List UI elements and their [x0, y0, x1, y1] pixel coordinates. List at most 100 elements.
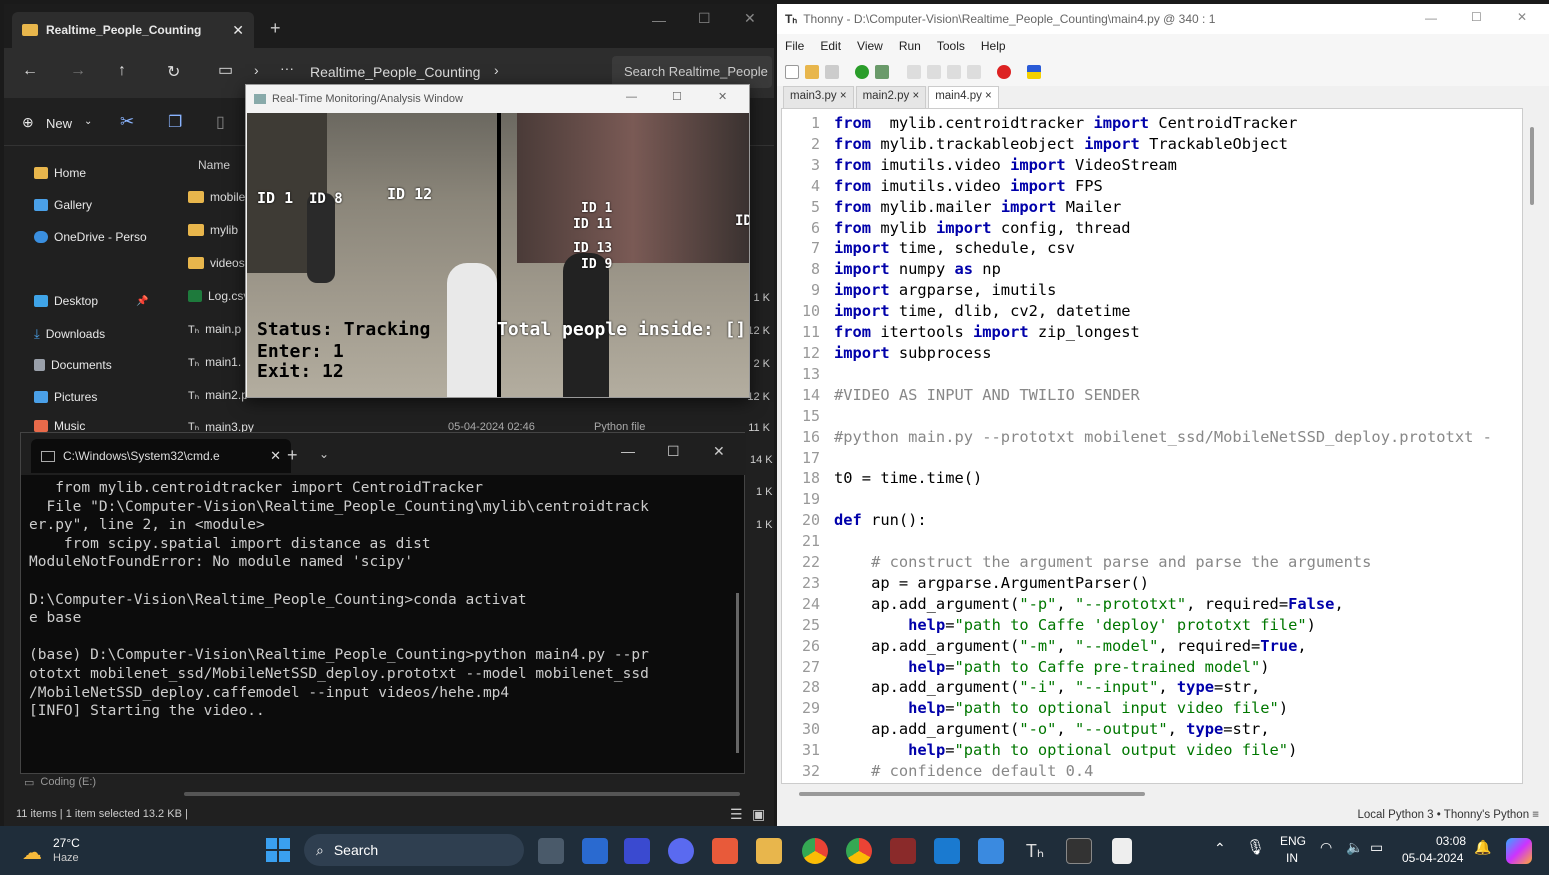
- microphone-icon[interactable]: 🎙: [1246, 838, 1265, 856]
- discord-icon[interactable]: [668, 838, 694, 864]
- open-file-icon[interactable]: [805, 65, 819, 79]
- horizontal-scrollbar[interactable]: [799, 792, 1145, 796]
- forward-icon[interactable]: →: [70, 62, 86, 80]
- volume-icon[interactable]: 🔈: [1346, 839, 1363, 856]
- minimize-icon[interactable]: —: [626, 91, 637, 103]
- menu-help[interactable]: Help: [981, 39, 1006, 53]
- notification-bell-icon[interactable]: 🔔: [1474, 839, 1491, 856]
- weather-temp[interactable]: 27°C: [53, 836, 80, 850]
- chrome-profile-icon[interactable]: [846, 838, 872, 864]
- close-icon[interactable]: ✕: [718, 90, 727, 103]
- tiles-view-icon[interactable]: ▣: [752, 806, 765, 823]
- terminal-scrollbar[interactable]: [736, 593, 739, 753]
- step-into-icon[interactable]: [927, 65, 941, 79]
- clock-time[interactable]: 03:08: [1436, 834, 1466, 848]
- file-row[interactable]: Tₕ main2.p: [188, 388, 248, 402]
- sidebar-item-home[interactable]: Home: [34, 166, 86, 180]
- terminal-output[interactable]: from mylib.centroidtracker import Centro…: [29, 479, 729, 721]
- copy-icon[interactable]: ❐: [168, 112, 182, 132]
- computer-icon[interactable]: ▭: [218, 60, 233, 80]
- explorer-tab[interactable]: Realtime_People_Counting ✕: [12, 12, 254, 48]
- menu-file[interactable]: File: [785, 39, 804, 53]
- copilot-icon[interactable]: [1506, 838, 1532, 864]
- back-icon[interactable]: ←: [22, 62, 38, 80]
- column-header-name[interactable]: Name: [198, 158, 230, 172]
- cut-icon[interactable]: ✂: [120, 112, 134, 132]
- minimize-icon[interactable]: —: [621, 443, 635, 459]
- battery-icon[interactable]: ▭: [1370, 839, 1383, 856]
- store-icon[interactable]: [712, 838, 738, 864]
- menu-view[interactable]: View: [857, 39, 883, 53]
- language-bottom[interactable]: IN: [1286, 851, 1298, 865]
- minimize-icon[interactable]: —: [1425, 11, 1437, 25]
- menu-edit[interactable]: Edit: [820, 39, 841, 53]
- new-icon[interactable]: ⊕: [22, 114, 34, 131]
- file-explorer-icon[interactable]: [756, 838, 782, 864]
- file-row[interactable]: Tₕ main1.: [188, 355, 241, 369]
- start-icon[interactable]: [266, 838, 290, 862]
- step-out-icon[interactable]: [947, 65, 961, 79]
- close-icon[interactable]: ✕: [744, 10, 756, 27]
- sidebar-item-coding-drive[interactable]: ▭ Coding (E:): [24, 776, 96, 789]
- thonny-taskbar-icon[interactable]: Tₕ: [1022, 838, 1048, 864]
- more-icon[interactable]: ···: [280, 60, 294, 76]
- file-row[interactable]: videos: [188, 256, 245, 270]
- chevron-up-icon[interactable]: ⌃: [1214, 840, 1226, 857]
- teams-icon[interactable]: [582, 838, 608, 864]
- code-area[interactable]: from mylib.centroidtracker import Centro…: [834, 109, 1522, 783]
- close-tab-icon[interactable]: ✕: [270, 448, 281, 464]
- paste-icon[interactable]: ▯: [216, 112, 225, 132]
- run-icon[interactable]: [855, 65, 869, 79]
- maximize-icon[interactable]: ☐: [698, 10, 711, 27]
- sidebar-item-pictures[interactable]: Pictures: [34, 390, 97, 404]
- resume-icon[interactable]: [967, 65, 981, 79]
- maximize-icon[interactable]: ☐: [1471, 10, 1482, 24]
- breadcrumb[interactable]: Realtime_People_Counting: [310, 64, 480, 80]
- code-editor[interactable]: 1 2 3 4 5 6 7 8 9 10 11 12 13 14 15 16 17 18 19 20 21 22 23 24 2…: [781, 108, 1534, 784]
- horizontal-scrollbar[interactable]: [184, 792, 740, 796]
- debug-icon[interactable]: [875, 65, 889, 79]
- weather-desc[interactable]: Haze: [53, 852, 79, 864]
- ukraine-flag-icon[interactable]: [1027, 65, 1041, 79]
- wifi-icon[interactable]: ◠: [1320, 839, 1332, 856]
- clock-date[interactable]: 05-04-2024: [1402, 851, 1463, 865]
- app-icon[interactable]: [978, 838, 1004, 864]
- refresh-icon[interactable]: ↻: [167, 62, 180, 82]
- close-icon[interactable]: ✕: [1517, 10, 1527, 24]
- thonny-statusbar[interactable]: Local Python 3 • Thonny's Python ≡: [777, 804, 1549, 826]
- step-over-icon[interactable]: [907, 65, 921, 79]
- file-row[interactable]: Log.csv: [188, 289, 249, 303]
- tab-main4[interactable]: main4.py ×: [928, 86, 999, 108]
- sidebar-item-gallery[interactable]: Gallery: [34, 198, 92, 212]
- vscode-icon[interactable]: [934, 838, 960, 864]
- maximize-icon[interactable]: ☐: [667, 443, 680, 460]
- game-icon[interactable]: [890, 838, 916, 864]
- minimize-icon[interactable]: —: [652, 12, 666, 28]
- close-icon[interactable]: ✕: [713, 443, 725, 460]
- new-file-icon[interactable]: [785, 65, 799, 79]
- weather-icon[interactable]: ☁: [22, 840, 42, 865]
- chrome-icon[interactable]: [802, 838, 828, 864]
- file-row[interactable]: mobile: [188, 190, 245, 204]
- taskbar-search[interactable]: ⌕ Search: [304, 834, 524, 866]
- new-tab-icon[interactable]: +: [270, 18, 281, 39]
- tab-main2[interactable]: main2.py ×: [855, 86, 927, 108]
- save-icon[interactable]: [825, 65, 839, 79]
- notepad-icon[interactable]: [1112, 838, 1132, 864]
- chevron-down-icon[interactable]: ⌄: [319, 447, 329, 461]
- up-icon[interactable]: ↑: [118, 62, 126, 80]
- sidebar-item-music[interactable]: Music: [34, 420, 85, 432]
- file-row[interactable]: Tₕ main.p: [188, 322, 241, 336]
- new-tab-icon[interactable]: +: [287, 445, 298, 466]
- terminal-taskbar-icon[interactable]: [1066, 838, 1092, 864]
- new-button[interactable]: New: [46, 116, 72, 131]
- tab-main3[interactable]: main3.py ×: [783, 86, 854, 108]
- details-view-icon[interactable]: ☰: [730, 806, 743, 823]
- pin-icon[interactable]: 📌: [136, 296, 148, 307]
- vertical-scrollbar[interactable]: [1530, 127, 1534, 205]
- whiteboard-icon[interactable]: [624, 838, 650, 864]
- sidebar-item-desktop[interactable]: Desktop: [34, 294, 98, 308]
- menu-tools[interactable]: Tools: [937, 39, 965, 53]
- sidebar-item-downloads[interactable]: ⤓ Downloads: [34, 326, 105, 342]
- task-view-icon[interactable]: [538, 838, 564, 864]
